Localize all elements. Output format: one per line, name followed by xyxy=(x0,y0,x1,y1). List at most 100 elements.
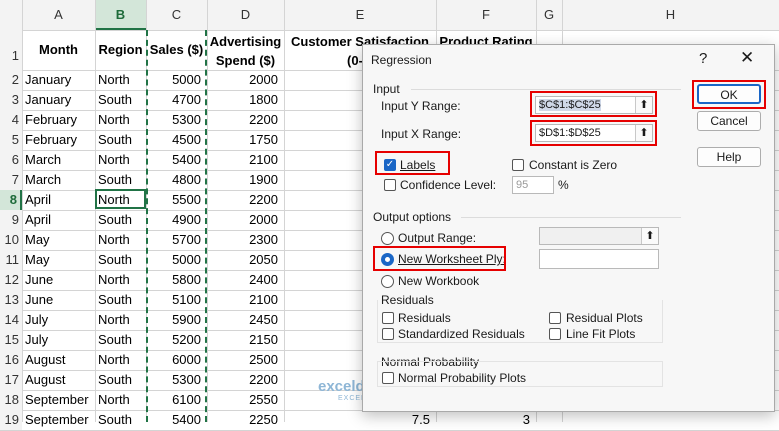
column-header-f[interactable]: F xyxy=(436,0,536,30)
cell-month[interactable]: July xyxy=(22,330,95,350)
new-workbook-radio[interactable] xyxy=(381,275,394,288)
row-header[interactable]: 9 xyxy=(0,210,22,230)
cell-region[interactable]: South xyxy=(95,290,146,310)
cell-region[interactable]: North xyxy=(95,350,146,370)
cell-region[interactable]: North xyxy=(95,270,146,290)
row-header[interactable]: 8 xyxy=(0,190,22,210)
row-header[interactable]: 4 xyxy=(0,110,22,130)
column-header-h[interactable]: H xyxy=(562,0,779,30)
output-range-radio[interactable] xyxy=(381,232,394,245)
cell-product-rating[interactable]: 3 xyxy=(436,410,536,430)
cell-region[interactable]: South xyxy=(95,210,146,230)
cell-region[interactable]: South xyxy=(95,410,146,430)
close-icon[interactable]: ✕ xyxy=(740,48,754,68)
collapse-dialog-icon[interactable]: ⬆ xyxy=(641,228,658,244)
help-button[interactable]: Help xyxy=(697,147,761,167)
cell-advertising[interactable]: 2500 xyxy=(207,350,284,370)
cell-month[interactable]: April xyxy=(22,190,95,210)
row-header[interactable]: 15 xyxy=(0,330,22,350)
cell-month[interactable]: January xyxy=(22,90,95,110)
cell-month[interactable]: September xyxy=(22,410,95,430)
cell-month[interactable]: August xyxy=(22,370,95,390)
cell-advertising[interactable]: 2450 xyxy=(207,310,284,330)
new-worksheet-ply-field[interactable] xyxy=(539,249,659,269)
row-header[interactable]: 10 xyxy=(0,230,22,250)
cell-advertising[interactable]: 2100 xyxy=(207,150,284,170)
residuals-checkbox[interactable] xyxy=(382,312,394,324)
cell-region[interactable]: North xyxy=(95,390,146,410)
cell-month[interactable]: March xyxy=(22,150,95,170)
active-cell-b8[interactable] xyxy=(95,189,146,209)
column-header-g[interactable]: G xyxy=(536,0,562,30)
row-header[interactable]: 16 xyxy=(0,350,22,370)
row-header[interactable]: 12 xyxy=(0,270,22,290)
row-header[interactable]: 7 xyxy=(0,170,22,190)
cell-advertising[interactable]: 1750 xyxy=(207,130,284,150)
row-header[interactable]: 19 xyxy=(0,410,22,430)
column-header-b[interactable]: B xyxy=(95,0,146,30)
cell-customer-satisfaction[interactable]: 7.5 xyxy=(284,410,436,430)
cell-advertising[interactable]: 2050 xyxy=(207,250,284,270)
cell-region[interactable]: South xyxy=(95,90,146,110)
cell-month[interactable]: September xyxy=(22,390,95,410)
normal-probability-plots-checkbox[interactable] xyxy=(382,372,394,384)
constant-zero-checkbox[interactable] xyxy=(512,159,524,171)
cell-region[interactable]: South xyxy=(95,330,146,350)
cell-month[interactable]: April xyxy=(22,210,95,230)
row-header[interactable]: 6 xyxy=(0,150,22,170)
column-header-c[interactable]: C xyxy=(146,0,207,30)
row-header[interactable]: 5 xyxy=(0,130,22,150)
cell-advertising[interactable]: 2000 xyxy=(207,210,284,230)
standardized-residuals-checkbox[interactable] xyxy=(382,328,394,340)
cell-advertising[interactable]: 2550 xyxy=(207,390,284,410)
confidence-checkbox[interactable] xyxy=(384,179,396,191)
cell-advertising[interactable]: 1800 xyxy=(207,90,284,110)
cell-advertising[interactable]: 2200 xyxy=(207,370,284,390)
row-header[interactable]: 2 xyxy=(0,70,22,90)
column-header-d[interactable]: D xyxy=(207,0,284,30)
row-header[interactable]: 1 xyxy=(0,30,22,70)
cell-month[interactable]: February xyxy=(22,130,95,150)
cell-region[interactable]: North xyxy=(95,150,146,170)
cancel-button[interactable]: Cancel xyxy=(697,111,761,131)
cell-region[interactable]: North xyxy=(95,70,146,90)
cell-month[interactable]: March xyxy=(22,170,95,190)
row-header[interactable]: 13 xyxy=(0,290,22,310)
confidence-field[interactable]: 95 xyxy=(512,176,554,194)
column-header-e[interactable]: E xyxy=(284,0,436,30)
cell-month[interactable]: July xyxy=(22,310,95,330)
row-header[interactable]: 14 xyxy=(0,310,22,330)
cell-advertising[interactable]: 2400 xyxy=(207,270,284,290)
cell-advertising[interactable]: 2200 xyxy=(207,110,284,130)
cell-month[interactable]: February xyxy=(22,110,95,130)
cell-advertising[interactable]: 2200 xyxy=(207,190,284,210)
cell-advertising[interactable]: 2250 xyxy=(207,410,284,430)
cell-region[interactable]: South xyxy=(95,370,146,390)
line-fit-plots-checkbox[interactable] xyxy=(549,328,561,340)
column-header-a[interactable]: A xyxy=(22,0,95,30)
row-header[interactable]: 3 xyxy=(0,90,22,110)
cell-region[interactable]: North xyxy=(95,230,146,250)
help-question-icon[interactable]: ? xyxy=(699,50,707,67)
cell-month[interactable]: June xyxy=(22,270,95,290)
cell-month[interactable]: August xyxy=(22,350,95,370)
cell-region[interactable]: South xyxy=(95,250,146,270)
output-range-field[interactable]: ⬆ xyxy=(539,227,659,245)
cell-month[interactable]: May xyxy=(22,230,95,250)
cell-region[interactable]: North xyxy=(95,310,146,330)
cell-region[interactable]: South xyxy=(95,170,146,190)
row-header[interactable]: 18 xyxy=(0,390,22,410)
cell-advertising[interactable]: 2000 xyxy=(207,70,284,90)
cell-region[interactable]: North xyxy=(95,110,146,130)
cell-advertising[interactable]: 2100 xyxy=(207,290,284,310)
residual-plots-checkbox[interactable] xyxy=(549,312,561,324)
cell-advertising[interactable]: 1900 xyxy=(207,170,284,190)
cell-region[interactable]: South xyxy=(95,130,146,150)
cell-advertising[interactable]: 2300 xyxy=(207,230,284,250)
row-header[interactable]: 17 xyxy=(0,370,22,390)
cell-month[interactable]: June xyxy=(22,290,95,310)
cell-month[interactable]: January xyxy=(22,70,95,90)
cell-month[interactable]: May xyxy=(22,250,95,270)
row-header[interactable]: 11 xyxy=(0,250,22,270)
cell-advertising[interactable]: 2150 xyxy=(207,330,284,350)
